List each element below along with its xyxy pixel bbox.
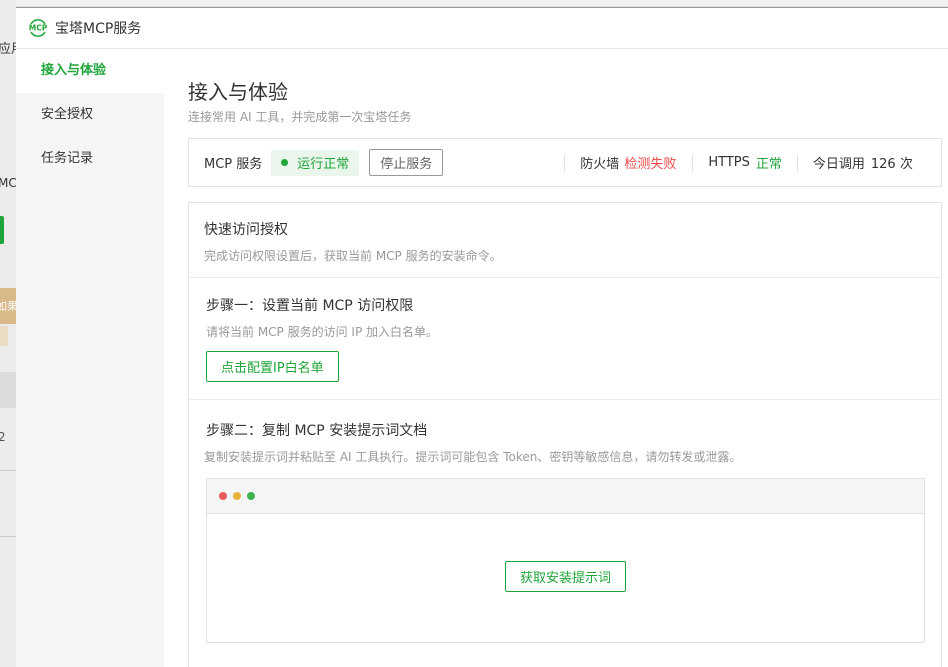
prompt-code-box: 获取安装提示词 [206,478,925,643]
titlebar: MCP 宝塔MCP服务 [16,8,948,49]
access-card: 快速访问授权 完成访问权限设置后，获取当前 MCP 服务的安装命令。 步骤一：设… [188,202,942,667]
calls-label: 今日调用 [812,157,865,172]
top-border [0,0,948,7]
page-subtitle: 连接常用 AI 工具，并完成第一次宝塔任务 [188,110,412,124]
background-green-button [0,216,4,244]
step1-title: 步骤一：设置当前 MCP 访问权限 [206,298,414,314]
traffic-light-red-icon [219,492,227,500]
sidebar-item-security[interactable]: 安全授权 [16,93,164,137]
calls-stat: 今日调用 126 次 [813,153,913,172]
service-label: MCP 服务 [204,157,263,172]
background-block [0,326,8,346]
status-bar: MCP 服务 运行正常 停止服务 防火墙 检测失败 HTTPS 正常 今日调用 … [188,138,942,187]
background-banner: 如果 [0,288,16,324]
step2-title: 步骤二：复制 MCP 安装提示词文档 [206,423,428,439]
firewall-stat: 防火墙 检测失败 [580,153,676,172]
logo-text: MCP [29,24,48,33]
sidebar-item-access[interactable]: 接入与体验 [16,49,164,93]
stop-service-button[interactable]: 停止服务 [369,149,444,176]
background-text: MC [0,176,16,190]
mcp-panel: MCP 宝塔MCP服务 接入与体验 安全授权 任务记录 接入与体验 连接常用 A… [16,8,948,667]
background-text: 如果 [0,300,16,313]
status-dot-icon [281,159,289,166]
get-install-prompt-button[interactable]: 获取安装提示词 [505,561,627,592]
traffic-light-green-icon [247,492,255,500]
window-title: 宝塔MCP服务 [55,21,142,37]
https-label: HTTPS [708,155,750,170]
code-box-header [207,479,924,514]
traffic-light-yellow-icon [233,492,241,500]
divider [189,399,941,400]
status-badge: 运行正常 [271,149,360,176]
divider [796,154,798,171]
quick-access-desc: 完成访问权限设置后，获取当前 MCP 服务的安装命令。 [204,249,502,263]
background-block [0,372,16,408]
step1-desc: 请将当前 MCP 服务的访问 IP 加入白名单。 [206,325,439,339]
background-divider [0,536,16,537]
step2-desc: 复制安装提示词并粘贴至 AI 工具执行。提示词可能包含 Token、密钥等敏感信… [204,450,742,464]
main-content: 接入与体验 连接常用 AI 工具，并完成第一次宝塔任务 MCP 服务 运行正常 … [164,49,948,667]
https-stat: HTTPS 正常 [708,153,782,172]
sidebar-item-tasks[interactable]: 任务记录 [16,137,164,181]
calls-value: 126 次 [870,157,913,172]
status-text: 运行正常 [297,157,350,172]
divider [189,277,941,278]
background-text: 2 [0,430,6,444]
divider [564,154,566,171]
background-text: 应用 [0,42,16,57]
firewall-value: 检测失败 [624,157,677,172]
mcp-logo-icon: MCP [27,17,49,39]
firewall-label: 防火墙 [580,157,620,172]
https-value: 正常 [755,157,782,172]
quick-access-title: 快速访问授权 [204,222,288,238]
divider [692,154,694,171]
page-title: 接入与体验 [188,80,288,104]
configure-ip-whitelist-button[interactable]: 点击配置IP白名单 [206,351,339,382]
background-divider [0,470,16,471]
sidebar: 接入与体验 安全授权 任务记录 [16,49,164,667]
background-app: 应用 MC 如果 2 [0,0,16,667]
